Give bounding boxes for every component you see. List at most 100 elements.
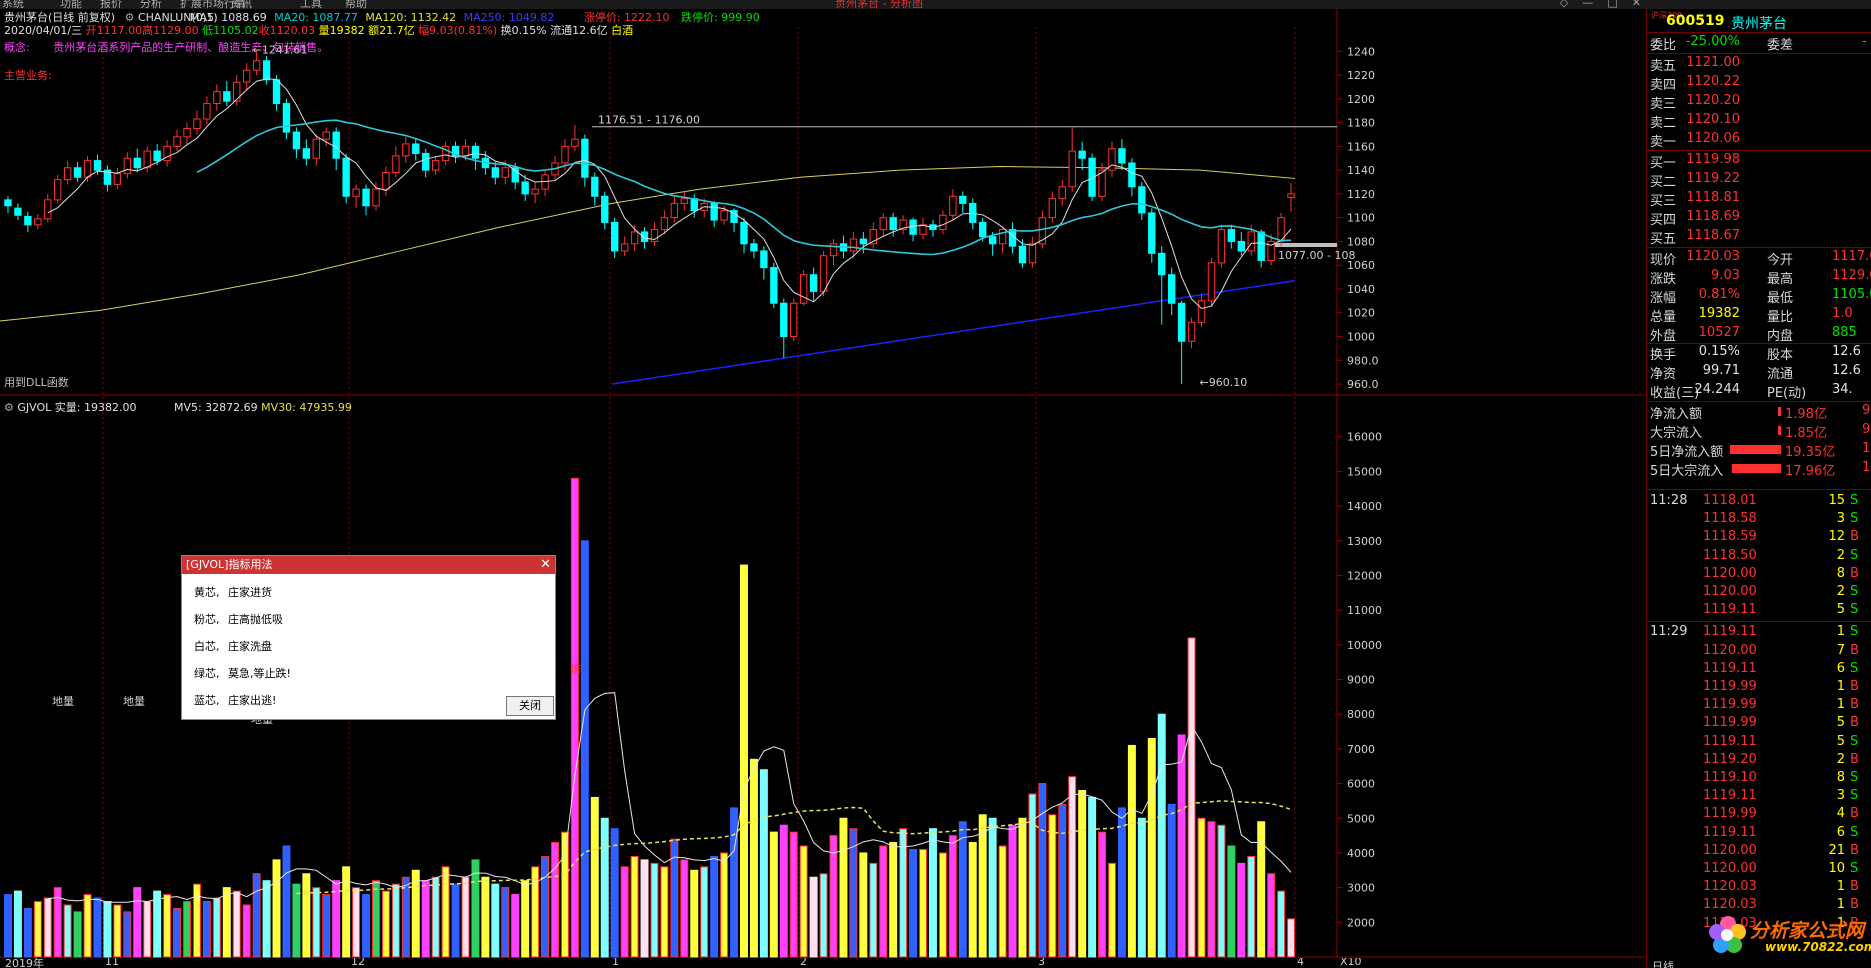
window-button[interactable]: □	[1607, 0, 1617, 9]
tick-row[interactable]: 1119.99 1 B	[1647, 697, 1871, 715]
stat-label: 换手	[1650, 348, 1677, 363]
volume-bar	[839, 817, 848, 958]
tick-row[interactable]: 1119.11 6 S	[1647, 661, 1871, 679]
tick-row[interactable]: 11:28 1118.01 15 S	[1647, 493, 1871, 511]
candle-body	[322, 131, 330, 140]
candle-body	[1237, 240, 1245, 252]
tick-direction: B	[1850, 697, 1859, 713]
period-label[interactable]: 日线	[1652, 960, 1674, 968]
volume-bar	[362, 894, 371, 958]
tick-row[interactable]: 1118.58 3 S	[1647, 511, 1871, 529]
volume-bar	[879, 845, 888, 958]
tick-direction: B	[1850, 751, 1859, 767]
vol-indicator-name[interactable]: GJVOL	[17, 401, 51, 414]
candle-body	[431, 160, 440, 171]
menu-item[interactable]: 功能	[60, 0, 82, 9]
period-tab[interactable]: 日线	[1646, 958, 1686, 968]
tick-row[interactable]: 1118.59 12 B	[1647, 529, 1871, 547]
tick-volume: 5	[1836, 715, 1845, 731]
tick-row[interactable]: 1119.10 8 S	[1647, 770, 1871, 788]
kline-chart-area[interactable]: 1240 1220 1200 1180 1160 1140 1120 1100 1080 1060…	[0, 9, 1645, 959]
window-button[interactable]: —	[1582, 0, 1593, 9]
candle-body	[1158, 252, 1166, 276]
zoom-x10-label[interactable]: X10	[1340, 958, 1362, 968]
tick-volume: 7	[1836, 642, 1845, 658]
volume-bar	[352, 887, 361, 958]
stat-label: 量比	[1767, 310, 1794, 325]
tick-row[interactable]: 1119.99 5 B	[1647, 715, 1871, 733]
tick-price: 1120.03	[1703, 879, 1757, 895]
tick-price: 1119.11	[1703, 602, 1757, 618]
tick-row[interactable]: 11:29 1119.11 1 S	[1647, 624, 1871, 642]
tick-price: 1120.00	[1703, 584, 1757, 599]
usage-key: 绿芯,	[194, 667, 220, 680]
tick-row[interactable]: 1119.11 6 S	[1647, 825, 1871, 843]
volume-bar	[411, 869, 420, 958]
volume-bar	[481, 876, 490, 958]
volume-bar	[1078, 790, 1087, 958]
volume-bar	[3, 894, 12, 958]
volume-bar	[779, 824, 788, 958]
candle-body	[959, 195, 967, 204]
tick-price: 1118.50	[1703, 547, 1757, 563]
volume-bar	[680, 859, 689, 958]
window-button[interactable]: ✕	[1632, 0, 1641, 9]
price-tick-label: 1220	[1347, 69, 1375, 82]
chart-canvas[interactable]: 1240122012001180116011401120110010801060…	[0, 9, 1645, 959]
volume-bar	[919, 848, 928, 958]
vol-tick-label: 13000	[1347, 535, 1382, 548]
window-button[interactable]: ◇	[1560, 0, 1568, 9]
usage-line: 粉芯, 庄高抛低吸	[194, 611, 283, 627]
tick-row[interactable]: 1119.99 1 B	[1647, 679, 1871, 697]
volume-bar	[958, 821, 967, 958]
tick-row[interactable]: 1119.11 3 S	[1647, 788, 1871, 806]
tick-row[interactable]: 1118.50 2 S	[1647, 548, 1871, 566]
menu-item[interactable]: 报价	[100, 0, 122, 9]
stat-value: 0.81%	[1698, 287, 1740, 302]
candle-body	[34, 218, 42, 226]
menu-item[interactable]: 帮助	[345, 0, 367, 9]
tick-row[interactable]: 1119.11 5 S	[1647, 734, 1871, 752]
menu-item[interactable]: 资讯	[230, 0, 252, 9]
ask-row: 卖一 1120.06	[1647, 131, 1871, 150]
volume-bar	[789, 831, 798, 958]
tick-direction: S	[1850, 602, 1859, 618]
tick-direction: B	[1850, 842, 1859, 858]
tick-volume: 1	[1836, 679, 1845, 694]
stat-value: 0.15%	[1698, 344, 1740, 359]
tick-row[interactable]: 1120.00 10 S	[1647, 861, 1871, 879]
tick-row[interactable]: 1120.00 2 S	[1647, 584, 1871, 602]
date-tick-label: 3	[1038, 958, 1045, 968]
right-level-annotation: 1077.00 - 108	[1278, 249, 1355, 262]
volume-bar	[242, 904, 251, 958]
tick-row[interactable]: 1120.00 7 B	[1647, 643, 1871, 661]
usage-key: 白芯,	[194, 640, 220, 653]
menu-item[interactable]: 工具	[300, 0, 322, 9]
menu-item[interactable]: 系统	[2, 0, 24, 9]
dialog-close-button[interactable]: 关闭	[506, 696, 554, 716]
tick-volume: 1	[1836, 879, 1845, 895]
gear-icon[interactable]: ⚙	[4, 401, 14, 414]
candle-body	[233, 81, 241, 102]
volume-bar	[859, 852, 868, 958]
float-cap-value: 流通12.6亿	[550, 24, 608, 37]
candle-body	[979, 221, 987, 238]
concept-text: 贵州茅台酒系列产品的生产研制、酿造生产、包装销售。	[53, 41, 329, 54]
bar-date: 2020/04/01/三	[4, 24, 83, 37]
candle-body	[561, 145, 569, 164]
vol-tick-label: 11000	[1347, 604, 1382, 617]
tick-row[interactable]: 1119.11 5 S	[1647, 602, 1871, 620]
tick-row[interactable]: 1119.99 4 B	[1647, 806, 1871, 824]
volume-bar	[173, 907, 182, 958]
tick-row[interactable]: 1119.20 2 B	[1647, 752, 1871, 770]
menu-item[interactable]: 分析	[140, 0, 162, 9]
close-icon[interactable]: ✕	[540, 556, 551, 574]
flow-row: 5日净流入额 19.35亿 11	[1647, 441, 1871, 460]
dialog-title-bar[interactable]: [GJVOL]指标用法 ✕	[182, 556, 555, 574]
flow-value: 1.85亿	[1785, 426, 1827, 441]
tick-row[interactable]: 1120.00 8 B	[1647, 566, 1871, 584]
tick-row[interactable]: 1120.00 21 B	[1647, 843, 1871, 861]
tick-row[interactable]: 1120.03 1B	[1647, 879, 1871, 897]
stat-label: 涨幅	[1650, 291, 1677, 306]
indicator-usage-dialog[interactable]: [GJVOL]指标用法 ✕ 黄芯, 庄家进货 粉芯, 庄高抛低吸 白芯, 庄家洗盘 绿芯, 莫…	[181, 555, 556, 720]
